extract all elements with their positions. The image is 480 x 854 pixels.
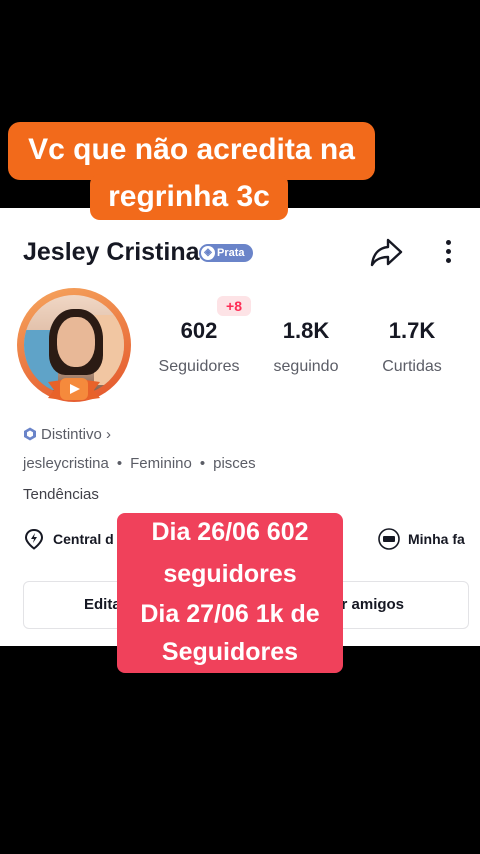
following-label: seguindo — [273, 358, 339, 375]
stat-following[interactable]: 1.8K seguindo — [259, 318, 353, 376]
overlay-line-2: seguidores — [163, 560, 297, 588]
username: jesleycristina — [23, 455, 109, 472]
tendencias-link[interactable]: Tendências — [23, 486, 99, 503]
stat-likes[interactable]: 1.7K Curtidas — [367, 318, 457, 376]
overlay-line-4: Seguidores — [161, 638, 299, 666]
overlay-line-1: Dia 26/06 602 — [151, 518, 309, 546]
my-fanbase-label: Minha fa — [408, 531, 465, 547]
distintivo-label: Distintivo — [41, 426, 102, 443]
hexagon-badge-icon — [24, 427, 36, 441]
more-options-icon[interactable] — [436, 236, 460, 270]
likes-count: 1.7K — [388, 318, 436, 343]
profile-name: Jesley Cristina — [23, 238, 200, 266]
fan-badge-icon — [378, 528, 400, 550]
stat-followers[interactable]: 602 Seguidores — [150, 318, 248, 376]
distintivo-link[interactable]: Distintivo › — [23, 426, 111, 443]
avatar-ribbon-icon — [48, 378, 100, 400]
followers-label: Seguidores — [158, 358, 240, 375]
gender: Feminino — [130, 455, 192, 472]
followers-delta: +8 — [217, 296, 251, 316]
caption-line-2: regrinha 3c — [108, 180, 270, 213]
separator-dot: • — [116, 455, 123, 472]
zodiac-sign: pisces — [213, 455, 256, 472]
chevron-right-icon: › — [101, 426, 112, 443]
creator-center-link[interactable]: Central d — [23, 528, 114, 550]
profile-meta: jesleycristina • Feminino • pisces — [23, 455, 256, 472]
creator-center-label: Central d — [53, 531, 114, 547]
followers-count: 602 — [180, 318, 218, 343]
likes-label: Curtidas — [382, 358, 442, 375]
lightning-pin-icon — [24, 528, 44, 550]
badge-label: Prata — [217, 247, 245, 259]
separator-dot: • — [199, 455, 206, 472]
my-fanbase-link[interactable]: Minha fa — [378, 528, 465, 550]
overlay-line-3: Dia 27/06 1k de — [140, 600, 320, 628]
following-count: 1.8K — [282, 318, 330, 343]
edit-profile-button[interactable]: Edita — [84, 596, 121, 613]
level-badge[interactable]: ◈ Prata — [199, 244, 253, 262]
badge-icon: ◈ — [201, 246, 215, 260]
share-icon[interactable] — [368, 234, 404, 270]
caption-line-1: Vc que não acredita na — [28, 133, 355, 166]
